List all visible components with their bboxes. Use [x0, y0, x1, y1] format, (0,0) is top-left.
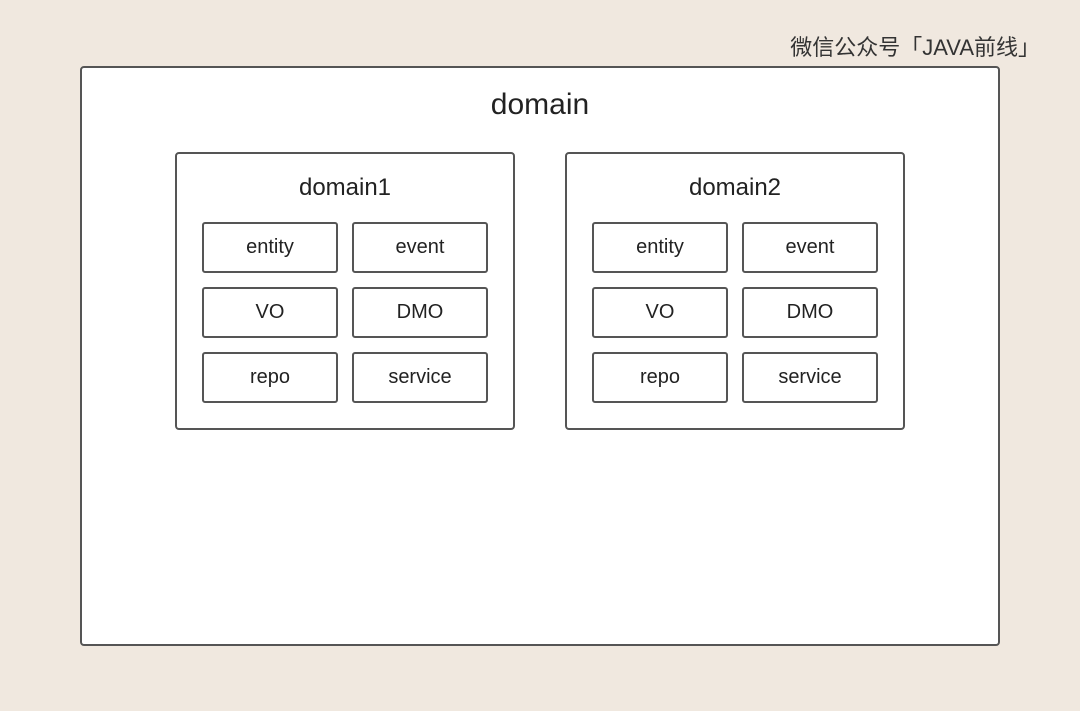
domain1-cell-dmo: DMO [352, 287, 488, 338]
domain1-cell-vo: VO [202, 287, 338, 338]
outer-domain-box: domain domain1 entity event VO DMO repo … [80, 66, 1000, 646]
domain1-cell-event: event [352, 222, 488, 273]
domain1-cell-entity: entity [202, 222, 338, 273]
domain1-title: domain1 [299, 174, 391, 202]
domain1-cell-repo: repo [202, 352, 338, 403]
domain2-box: domain2 entity event VO DMO repo service [565, 152, 905, 430]
domain-title: domain [491, 88, 589, 122]
domain2-cell-service: service [742, 352, 878, 403]
domain2-cell-entity: entity [592, 222, 728, 273]
watermark-text: 微信公众号「JAVA前线」 [790, 30, 1040, 62]
domain1-box: domain1 entity event VO DMO repo service [175, 152, 515, 430]
domain2-title: domain2 [689, 174, 781, 202]
domains-row: domain1 entity event VO DMO repo service… [175, 152, 905, 430]
domain2-cell-vo: VO [592, 287, 728, 338]
domain2-grid: entity event VO DMO repo service [592, 222, 878, 403]
domain1-cell-service: service [352, 352, 488, 403]
domain2-cell-event: event [742, 222, 878, 273]
domain2-cell-dmo: DMO [742, 287, 878, 338]
domain2-cell-repo: repo [592, 352, 728, 403]
domain1-grid: entity event VO DMO repo service [202, 222, 488, 403]
